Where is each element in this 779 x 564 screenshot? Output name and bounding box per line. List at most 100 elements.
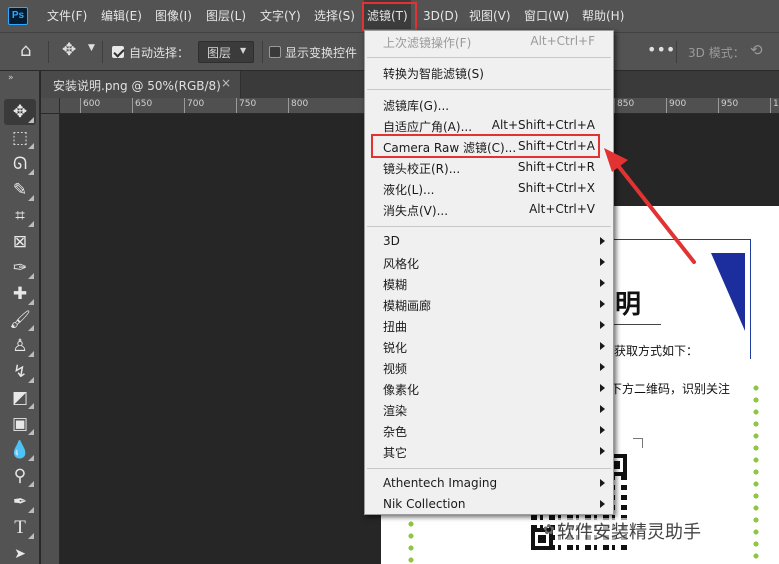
submenu-arrow-icon [600, 342, 605, 350]
submenu-arrow-icon [600, 258, 605, 266]
document-text-line: 下方二维码，识别关注 [610, 382, 731, 396]
close-icon[interactable]: × [221, 76, 231, 90]
move-tool-preset-icon[interactable]: ✥ [62, 40, 76, 60]
3d-orbit-icon[interactable]: ⟲ [750, 41, 763, 59]
quick-select-tool-icon: ✎ [12, 180, 28, 200]
filter-menu-item-liquify[interactable]: 液化(L)... Shift+Ctrl+X [365, 178, 613, 199]
filter-menu-item-stylize[interactable]: 风格化 [365, 252, 613, 273]
ruler-label: 800 [291, 99, 309, 109]
photoshop-logo: Ps [8, 7, 28, 25]
filter-menu-item-sharpen[interactable]: 锐化 [365, 336, 613, 357]
submenu-arrow-icon [600, 384, 605, 392]
filter-menu-item-blur-gallery[interactable]: 模糊画廊 [365, 294, 613, 315]
green-dot-border [753, 382, 759, 564]
healing-brush-tool[interactable]: ✚ [4, 281, 36, 307]
move-tool-icon: ✥ [12, 102, 28, 122]
pen-tool-icon: ✒ [12, 492, 28, 512]
history-brush-tool[interactable]: ↯ [4, 359, 36, 385]
filter-menu-item-smart-filter[interactable]: 转换为智能滤镜(S) [365, 62, 613, 83]
more-options-icon[interactable]: ••• [647, 40, 675, 59]
crop-tool[interactable]: ⌗ [4, 203, 36, 229]
filter-menu-item-video[interactable]: 视频 [365, 357, 613, 378]
menu-layer[interactable]: 图层(L) [206, 0, 246, 32]
ruler-label: 650 [135, 99, 153, 109]
wechat-icon: ✿ [543, 522, 555, 538]
submenu-arrow-icon [600, 279, 605, 287]
menu-image[interactable]: 图像(I) [155, 0, 192, 32]
ruler-label: 600 [83, 99, 101, 109]
filter-menu-item-last-filter[interactable]: 上次滤镜操作(F) Alt+Ctrl+F [365, 31, 613, 52]
eraser-tool-icon: ◩ [11, 388, 29, 408]
dodge-tool[interactable]: ⚲ [4, 463, 36, 489]
filter-menu-item-filter-gallery[interactable]: 滤镜库(G)... [365, 94, 613, 115]
eraser-tool[interactable]: ◩ [4, 385, 36, 411]
gradient-tool[interactable]: ▣ [4, 411, 36, 437]
submenu-arrow-icon [600, 426, 605, 434]
document-tab[interactable]: 安装说明.png @ 50%(RGB/8) × [41, 71, 241, 98]
marquee-tool-icon: ⬚ [11, 128, 29, 148]
move-tool[interactable]: ✥ [4, 99, 36, 125]
filter-menu-item-adaptive-wide-angle[interactable]: 自适应广角(A)... Alt+Shift+Ctrl+A [365, 115, 613, 136]
menu-window[interactable]: 窗口(W) [524, 0, 569, 32]
gradient-tool-icon: ▣ [11, 414, 29, 434]
menu-3d[interactable]: 3D(D) [423, 0, 458, 32]
filter-menu-item-nik-collection[interactable]: Nik Collection [365, 494, 613, 515]
quick-select-tool[interactable]: ✎ [4, 177, 36, 203]
submenu-arrow-icon [600, 479, 605, 487]
menu-file[interactable]: 文件(F) [47, 0, 87, 32]
type-tool-icon: T [14, 517, 26, 538]
marquee-tool[interactable]: ⬚ [4, 125, 36, 151]
submenu-arrow-icon [600, 237, 605, 245]
options-divider [102, 41, 103, 63]
ruler-label: 750 [239, 99, 257, 109]
eyedropper-tool[interactable]: ✑ [4, 255, 36, 281]
blur-tool[interactable]: 💧 [4, 437, 36, 463]
filter-menu-item-render[interactable]: 渲染 [365, 399, 613, 420]
brush-tool[interactable]: 🖌 [4, 307, 36, 333]
blue-triangle-decoration [711, 253, 745, 331]
filter-menu-item-blur[interactable]: 模糊 [365, 273, 613, 294]
ruler-origin[interactable] [41, 98, 60, 114]
frame-tool[interactable]: ⊠ [4, 229, 36, 255]
menu-select[interactable]: 选择(S) [314, 0, 355, 32]
filter-menu-item-other[interactable]: 其它 [365, 441, 613, 462]
filter-menu-item-lens-correction[interactable]: 镜头校正(R)... Shift+Ctrl+R [365, 157, 613, 178]
pen-tool[interactable]: ✒ [4, 489, 36, 515]
filter-menu-item-3d[interactable]: 3D [365, 231, 613, 252]
menu-edit[interactable]: 编辑(E) [101, 0, 142, 32]
filter-menu-item-vanishing-point[interactable]: 消失点(V)... Alt+Ctrl+V [365, 199, 613, 220]
path-select-tool[interactable]: ➤ [4, 541, 36, 564]
crop-tool-icon: ⌗ [15, 206, 25, 226]
filter-menu-item-noise[interactable]: 杂色 [365, 420, 613, 441]
home-icon[interactable]: ⌂ [20, 40, 31, 61]
chevron-down-icon[interactable]: ▼ [88, 43, 95, 53]
options-divider [676, 41, 677, 63]
ruler-label: 1000 [773, 99, 779, 109]
clone-stamp-tool[interactable]: ♙ [4, 333, 36, 359]
show-transform-checkbox[interactable] [269, 46, 281, 58]
menu-separator [367, 57, 611, 58]
options-divider [262, 41, 263, 63]
ruler-label: 700 [187, 99, 205, 109]
filter-menu: 上次滤镜操作(F) Alt+Ctrl+F 转换为智能滤镜(S) 滤镜库(G)...… [364, 30, 614, 515]
auto-select-checkbox[interactable] [112, 46, 124, 58]
ruler-label: 850 [617, 99, 635, 109]
type-tool[interactable]: T [4, 515, 36, 541]
filter-menu-item-athentech-imaging[interactable]: Athentech Imaging [365, 473, 613, 494]
frame-tool-icon: ⊠ [12, 232, 28, 252]
menu-view[interactable]: 视图(V) [469, 0, 511, 32]
vertical-ruler[interactable] [41, 114, 60, 564]
filter-menu-item-pixelate[interactable]: 像素化 [365, 378, 613, 399]
blue-frame-line [750, 239, 751, 359]
menu-separator [367, 226, 611, 227]
filter-menu-item-distort[interactable]: 扭曲 [365, 315, 613, 336]
auto-select-target-value: 图层 [207, 46, 232, 60]
collapse-panel-icon[interactable]: » [8, 73, 14, 83]
auto-select-target-dropdown[interactable]: 图层 ▼ [198, 41, 254, 63]
document-heading: 明 [615, 290, 642, 320]
lasso-tool[interactable]: ᘏ [4, 151, 36, 177]
menu-type[interactable]: 文字(Y) [260, 0, 301, 32]
3d-mode-label: 3D 模式： [688, 46, 745, 60]
menu-help[interactable]: 帮助(H) [582, 0, 624, 32]
watermark-text: 软件安装精灵助手 [557, 518, 701, 544]
